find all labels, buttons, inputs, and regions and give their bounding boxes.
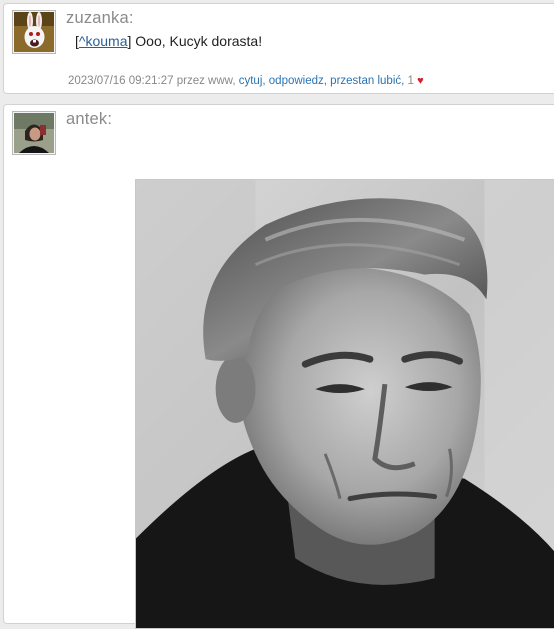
rabbit-avatar-image: [14, 12, 54, 52]
comment-meta: 2023/07/16 09:21:27 przez www, cytuj, od…: [68, 75, 424, 87]
quote-button[interactable]: cytuj,: [239, 75, 266, 87]
comment-post: antek:: [3, 104, 554, 629]
comment-post: zuzanka: [^kouma] Ooo, Kucyk dorasta! 20…: [3, 3, 554, 94]
comment-message: Ooo, Kucyk dorasta!: [131, 33, 263, 49]
like-count: 1: [407, 75, 414, 87]
comment-text: [^kouma] Ooo, Kucyk dorasta!: [75, 33, 262, 49]
avatar[interactable]: [12, 111, 56, 155]
reply-button[interactable]: odpowiedz,: [269, 75, 327, 87]
author-line: przez www,: [176, 75, 236, 87]
portrait-photo: [136, 180, 554, 628]
quote-reference-link[interactable]: ^kouma: [79, 33, 128, 49]
username[interactable]: antek:: [66, 110, 112, 129]
timestamp: 2023/07/16 09:21:27: [68, 75, 174, 87]
avatar[interactable]: [12, 10, 56, 54]
heart-icon: ♥: [417, 75, 424, 87]
user-avatar-image: [14, 113, 54, 153]
unlike-button[interactable]: przestan lubić,: [330, 75, 404, 87]
post-photo[interactable]: [135, 179, 554, 629]
username[interactable]: zuzanka:: [66, 9, 134, 28]
